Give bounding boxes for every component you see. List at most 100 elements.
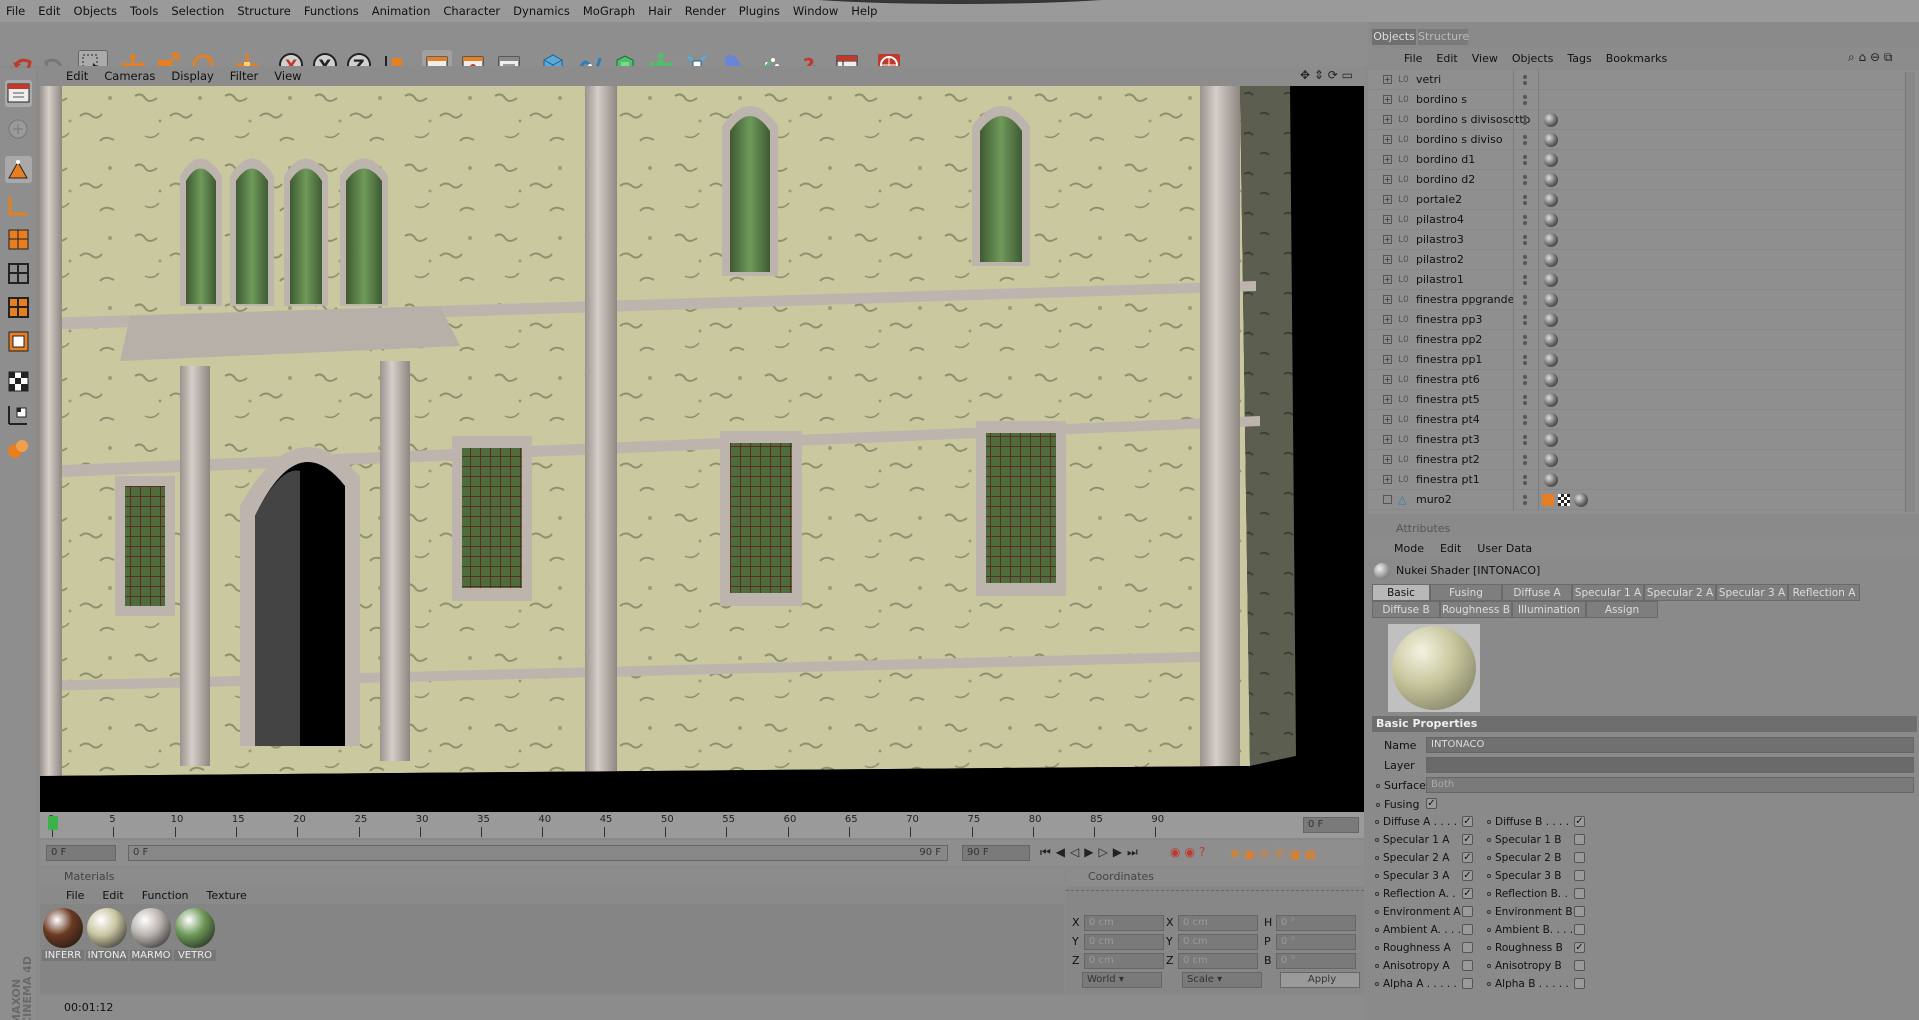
- menu-objects[interactable]: Objects: [74, 4, 117, 18]
- material-tag-icon[interactable]: [1544, 413, 1558, 427]
- channel-checkbox[interactable]: [1462, 978, 1473, 989]
- viewport-menu-view[interactable]: View: [274, 69, 301, 83]
- object-row[interactable]: + L0 finestra pt3: [1368, 430, 1905, 450]
- material-tag-icon[interactable]: [1544, 373, 1558, 387]
- object-row[interactable]: + L0 finestra pt2: [1368, 450, 1905, 470]
- expand-icon[interactable]: +: [1383, 335, 1392, 344]
- uv-polygons-icon[interactable]: [5, 294, 32, 321]
- render-visibility-dot[interactable]: [1523, 241, 1527, 245]
- materials-menu-texture[interactable]: Texture: [207, 889, 247, 902]
- render-visibility-dot[interactable]: [1523, 261, 1527, 265]
- playhead[interactable]: [48, 816, 58, 830]
- object-manager-search-icons[interactable]: ⌕ ⌂ ⊖ ⧉: [1848, 50, 1892, 65]
- render-visibility-dot[interactable]: [1523, 461, 1527, 465]
- object-menu-bookmarks[interactable]: Bookmarks: [1606, 52, 1667, 65]
- object-menu-tags[interactable]: Tags: [1567, 52, 1591, 65]
- viewport-menu-filter[interactable]: Filter: [230, 69, 258, 83]
- menu-plugins[interactable]: Plugins: [739, 4, 780, 18]
- editor-visibility-dot[interactable]: [1523, 495, 1527, 499]
- material-tag-icon[interactable]: [1544, 433, 1558, 447]
- shader-tab[interactable]: Specular 3 A: [1716, 584, 1788, 601]
- menu-animation[interactable]: Animation: [372, 4, 431, 18]
- render-visibility-dot[interactable]: [1523, 481, 1527, 485]
- expand-icon[interactable]: +: [1383, 135, 1392, 144]
- viewport-nav-icons[interactable]: ✥ ⇕ ⟳ ▭: [1300, 68, 1353, 82]
- current-frame-field[interactable]: 0 F: [1303, 817, 1359, 833]
- render-visibility-dot[interactable]: [1523, 441, 1527, 445]
- shader-tab[interactable]: Diffuse A: [1502, 584, 1572, 601]
- editor-visibility-dot[interactable]: [1523, 315, 1527, 319]
- render-visibility-dot[interactable]: [1523, 301, 1527, 305]
- object-menu-edit[interactable]: Edit: [1436, 52, 1457, 65]
- render-visibility-dot[interactable]: [1523, 281, 1527, 285]
- object-row[interactable]: + L0 finestra pt4: [1368, 410, 1905, 430]
- coord-value-field[interactable]: 0 cm: [1178, 915, 1258, 931]
- editor-visibility-dot[interactable]: [1523, 175, 1527, 179]
- menu-structure[interactable]: Structure: [237, 4, 291, 18]
- editor-visibility-dot[interactable]: [1523, 235, 1527, 239]
- material-tag-icon[interactable]: [1544, 213, 1558, 227]
- expand-icon[interactable]: +: [1383, 375, 1392, 384]
- sculpt-icon[interactable]: [5, 436, 32, 463]
- surface-dropdown[interactable]: Both: [1426, 777, 1914, 793]
- expand-icon[interactable]: +: [1383, 215, 1392, 224]
- object-row[interactable]: + L0 pilastro4: [1368, 210, 1905, 230]
- editor-visibility-dot[interactable]: [1523, 115, 1527, 119]
- render-visibility-dot[interactable]: [1523, 141, 1527, 145]
- material-tag-icon[interactable]: [1544, 333, 1558, 347]
- checker-tag-icon[interactable]: [1558, 494, 1570, 506]
- menu-tools[interactable]: Tools: [130, 4, 158, 18]
- shader-tab[interactable]: Assign: [1586, 601, 1658, 618]
- material-tag-icon[interactable]: [1544, 153, 1558, 167]
- object-row[interactable]: + L0 finestra pp1: [1368, 350, 1905, 370]
- coord-value-field[interactable]: 0 cm: [1178, 953, 1258, 969]
- expand-icon[interactable]: +: [1383, 395, 1392, 404]
- coord-mode-dropdown[interactable]: Scale ▾: [1182, 972, 1262, 988]
- object-row[interactable]: + L0 finestra ppgrande: [1368, 290, 1905, 310]
- channel-checkbox[interactable]: ✓: [1574, 816, 1585, 827]
- viewport-menu-display[interactable]: Display: [171, 69, 213, 83]
- uv-points-icon[interactable]: [5, 260, 32, 287]
- expand-icon[interactable]: +: [1383, 475, 1392, 484]
- expand-icon[interactable]: +: [1383, 455, 1392, 464]
- channel-checkbox[interactable]: [1574, 870, 1585, 881]
- tab-objects[interactable]: Objects: [1372, 29, 1416, 45]
- axis-checker-icon[interactable]: [5, 402, 32, 429]
- coord-value-field[interactable]: 0 cm: [1084, 915, 1164, 931]
- expand-icon[interactable]: +: [1383, 235, 1392, 244]
- viewport-menu-cameras[interactable]: Cameras: [104, 69, 155, 83]
- object-menu-view[interactable]: View: [1472, 52, 1498, 65]
- render-visibility-dot[interactable]: [1523, 101, 1527, 105]
- layer-field[interactable]: [1426, 757, 1914, 773]
- menu-edit[interactable]: Edit: [38, 4, 60, 18]
- editor-visibility-dot[interactable]: [1523, 395, 1527, 399]
- editor-visibility-dot[interactable]: [1523, 215, 1527, 219]
- materials-menu-function[interactable]: Function: [142, 889, 189, 902]
- object-row[interactable]: + L0 finestra pt6: [1368, 370, 1905, 390]
- tab-structure[interactable]: Structure: [1418, 29, 1469, 45]
- channel-checkbox[interactable]: [1574, 834, 1585, 845]
- editor-visibility-dot[interactable]: [1523, 355, 1527, 359]
- render-visibility-dot[interactable]: [1523, 501, 1527, 505]
- coord-value-field[interactable]: 0 °: [1276, 953, 1356, 969]
- fusing-checkbox[interactable]: ✓: [1426, 798, 1437, 809]
- polygons-mode-icon[interactable]: [5, 226, 32, 253]
- menu-file[interactable]: File: [6, 4, 25, 18]
- render-visibility-dot[interactable]: [1523, 381, 1527, 385]
- material-tag-icon[interactable]: [1544, 173, 1558, 187]
- channel-checkbox[interactable]: ✓: [1462, 852, 1473, 863]
- channel-checkbox[interactable]: [1574, 906, 1585, 917]
- object-row[interactable]: + L0 portale2: [1368, 190, 1905, 210]
- material-tag-icon[interactable]: [1544, 393, 1558, 407]
- shader-tab[interactable]: Specular 1 A: [1572, 584, 1644, 601]
- editor-visibility-dot[interactable]: [1523, 375, 1527, 379]
- coord-value-field[interactable]: 0 cm: [1178, 934, 1258, 950]
- expand-icon[interactable]: +: [1383, 255, 1392, 264]
- coord-value-field[interactable]: 0 cm: [1084, 953, 1164, 969]
- editor-visibility-dot[interactable]: [1523, 255, 1527, 259]
- expand-icon[interactable]: +: [1383, 195, 1392, 204]
- channel-checkbox[interactable]: ✓: [1462, 888, 1473, 899]
- shader-tab[interactable]: Diffuse B: [1372, 601, 1440, 618]
- shader-tab[interactable]: Fusing: [1430, 584, 1502, 601]
- editor-visibility-dot[interactable]: [1523, 435, 1527, 439]
